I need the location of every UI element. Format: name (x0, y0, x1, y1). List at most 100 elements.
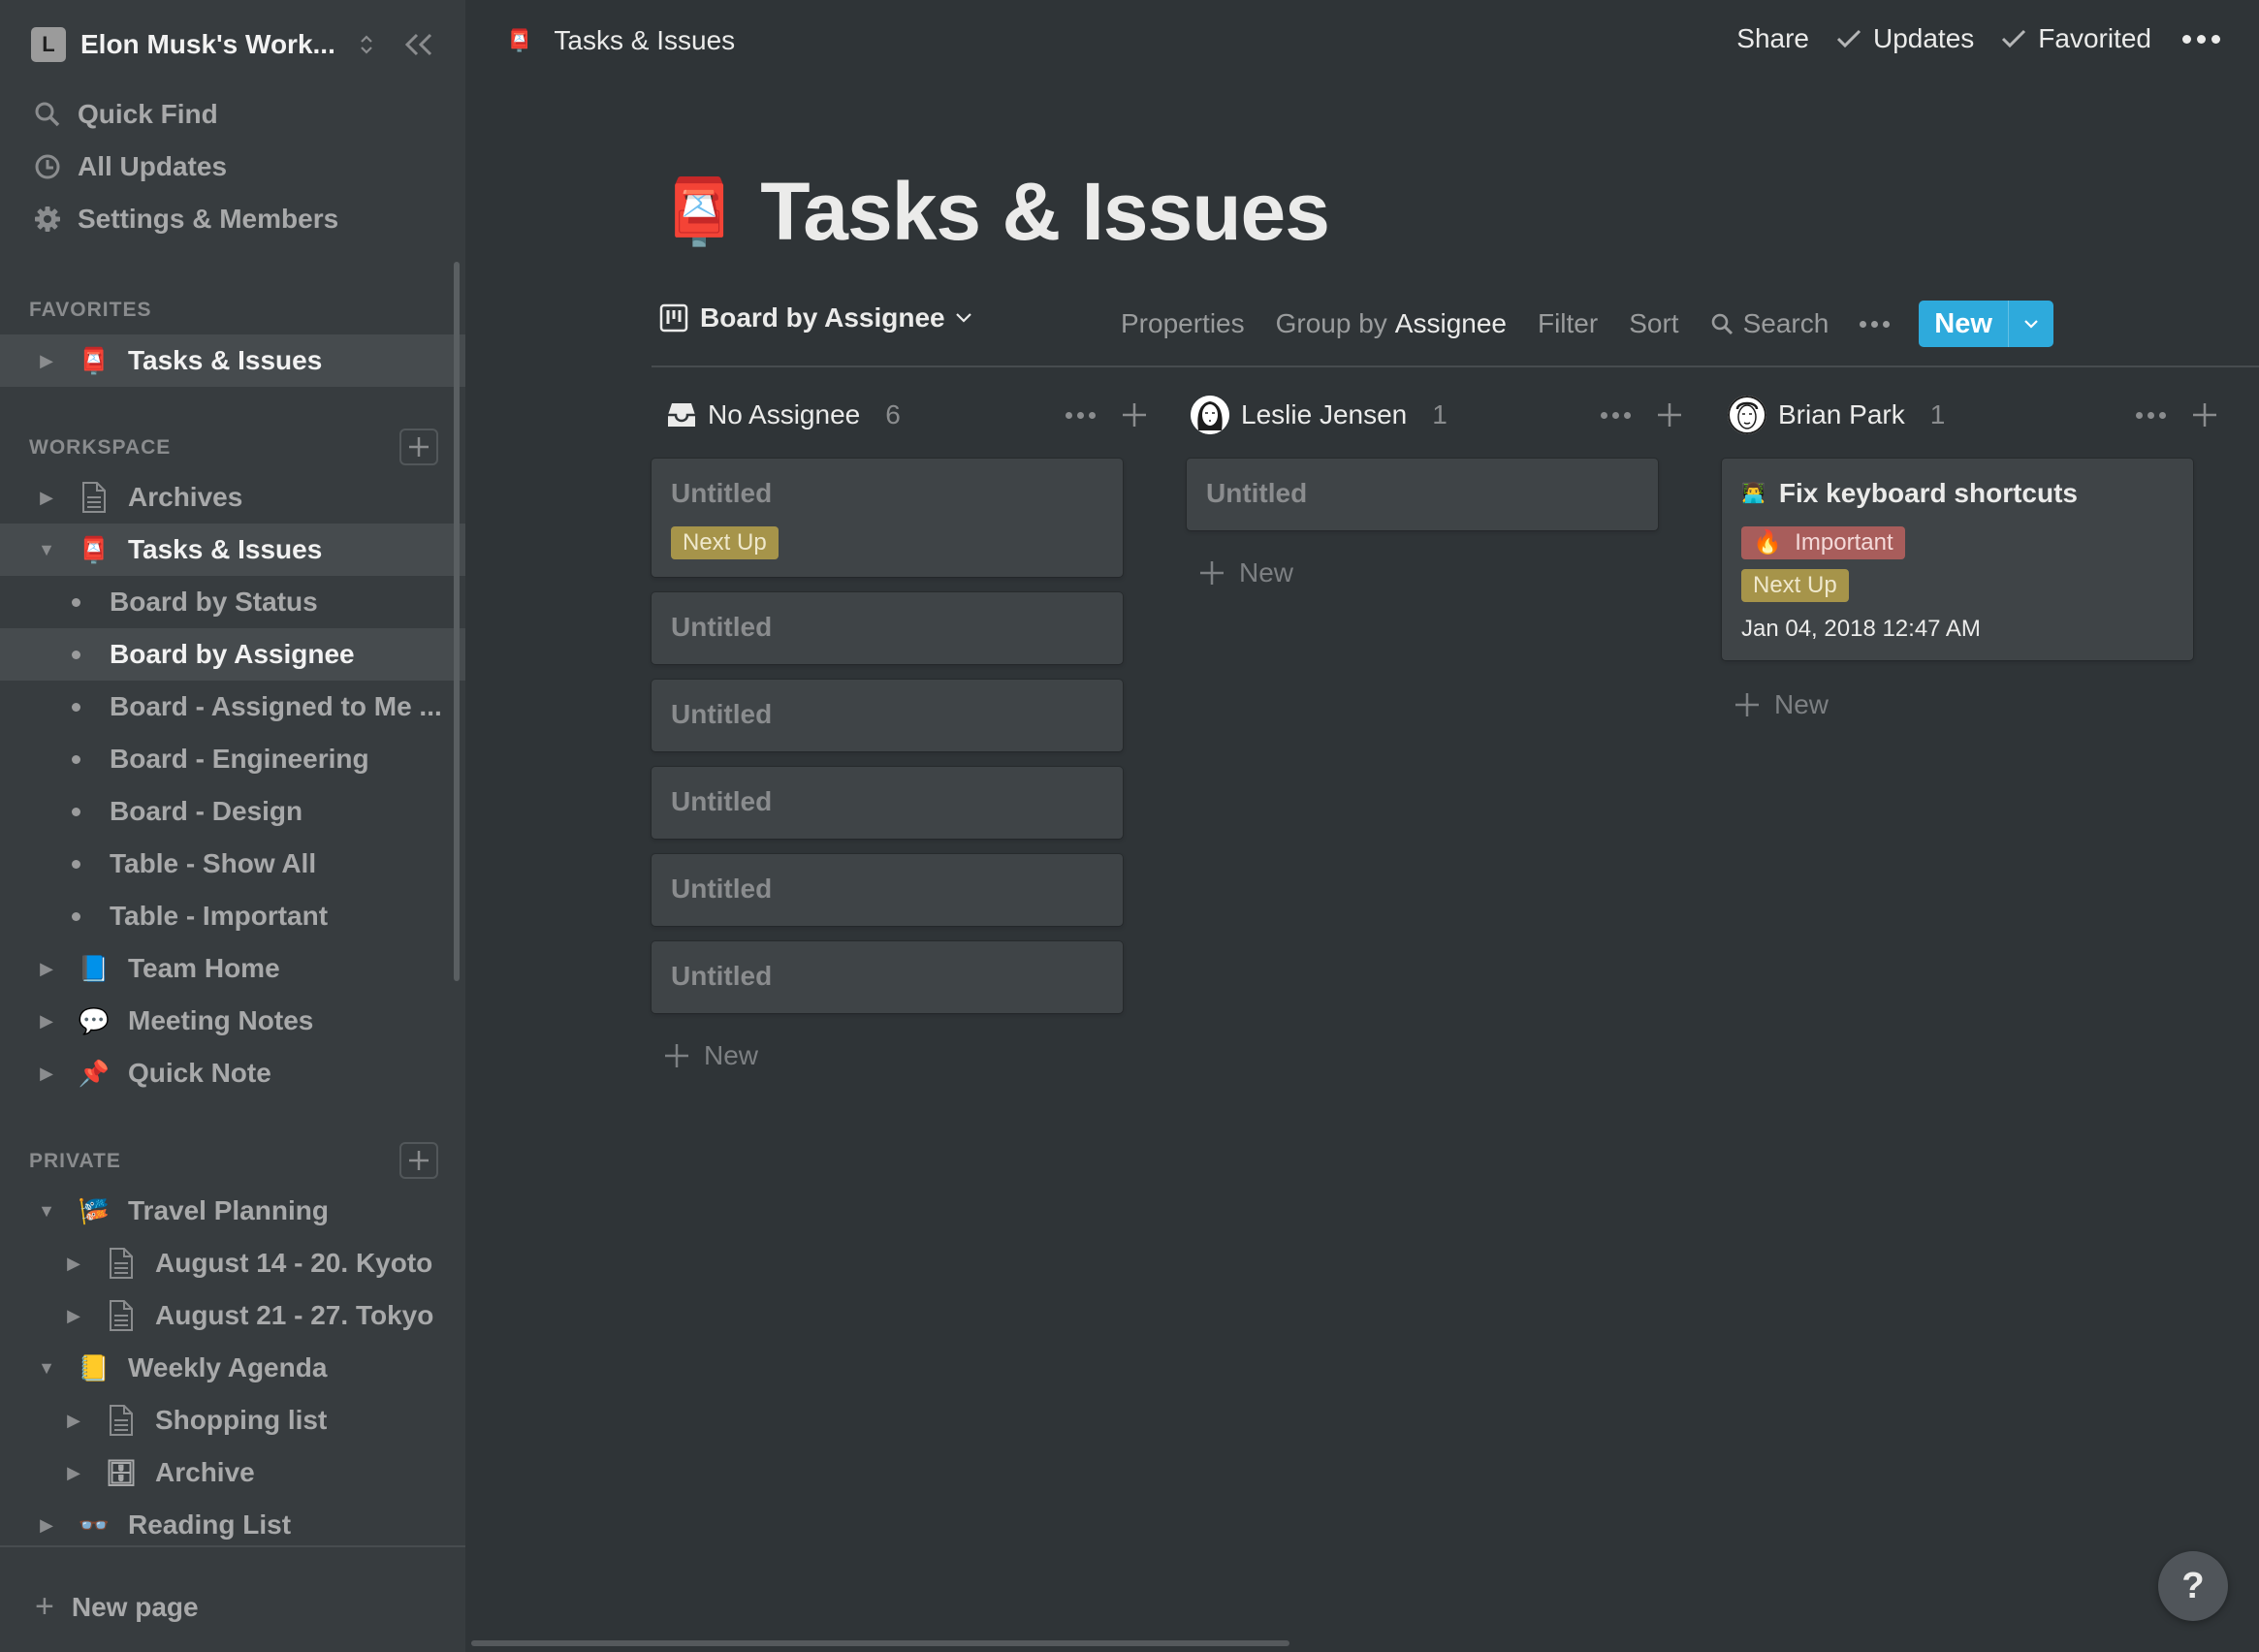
caret-right-icon[interactable]: ▶ (64, 1411, 83, 1430)
breadcrumb[interactable]: 📮 Tasks & Issues (506, 25, 735, 56)
workspace-switcher[interactable]: L Elon Musk's Work... (31, 27, 376, 62)
caret-right-icon[interactable]: ▶ (64, 1463, 83, 1482)
postbox-icon[interactable]: 📮 (659, 175, 739, 250)
sidebar-quick-find[interactable]: Quick Find (31, 93, 218, 136)
caret-right-icon[interactable]: ▶ (37, 1515, 56, 1535)
board-card[interactable]: Untitled (1187, 459, 1658, 530)
more-view-options-icon[interactable] (1860, 320, 1891, 328)
add-private-page-button[interactable] (399, 1142, 438, 1179)
group-by-prefix: Group by (1275, 308, 1387, 338)
add-new-label: New (1774, 689, 1829, 719)
search-button[interactable]: Search (1710, 308, 1829, 339)
sidebar-view-assigned-to-me[interactable]: Board - Assigned to Me ... (0, 681, 465, 733)
page-title: 📮 Tasks & Issues (659, 165, 1330, 259)
add-card-icon[interactable] (1656, 401, 1683, 429)
caret-right-icon[interactable]: ▶ (37, 1064, 56, 1083)
board-card[interactable]: Untitled Next Up (652, 459, 1123, 577)
add-new-card-button[interactable]: New (1734, 689, 2222, 720)
tag-important: 🔥 Important (1741, 526, 1905, 559)
sidebar-all-updates-label: All Updates (78, 151, 228, 181)
column-options-icon[interactable] (1066, 411, 1096, 419)
sidebar-view-design[interactable]: Board - Design (0, 785, 465, 838)
card-title: 👨‍💻 Fix keyboard shortcuts (1741, 474, 2174, 513)
board-view-icon (659, 303, 688, 333)
caret-down-icon[interactable]: ▼ (37, 1201, 56, 1221)
sidebar-item-label: Tasks & Issues (128, 534, 323, 564)
sidebar-view-board-by-status[interactable]: Board by Status (0, 576, 465, 628)
horizontal-scrollbar[interactable] (471, 1640, 1289, 1646)
caret-right-icon[interactable]: ▶ (37, 1011, 56, 1031)
new-page-label: New page (71, 1591, 199, 1622)
updates-button[interactable]: Updates (1836, 23, 1974, 54)
column-options-icon[interactable] (1601, 411, 1631, 419)
column-options-icon[interactable] (2136, 411, 2166, 419)
board-card[interactable]: Untitled (652, 592, 1123, 664)
group-by-button[interactable]: Group by Assignee (1276, 308, 1507, 339)
share-button[interactable]: Share (1736, 23, 1809, 54)
help-button[interactable]: ? (2158, 1551, 2228, 1621)
more-options-icon[interactable] (2182, 34, 2220, 44)
column-count: 6 (885, 399, 901, 429)
sidebar-item-meeting-notes[interactable]: ▶ 💬 Meeting Notes (0, 995, 465, 1047)
group-by-value: Assignee (1394, 308, 1507, 338)
sidebar-item-label: August 14 - 20. Kyoto (155, 1248, 433, 1278)
add-new-card-button[interactable]: New (1198, 557, 1687, 588)
sidebar-item-quick-note[interactable]: ▶ 📌 Quick Note (0, 1047, 465, 1099)
board-card[interactable]: Untitled (652, 767, 1123, 839)
add-new-card-button[interactable]: New (663, 1040, 1152, 1071)
sidebar-item-weekly-agenda[interactable]: ▼ 📒 Weekly Agenda (0, 1342, 465, 1394)
sidebar-item-tokyo[interactable]: ▶ August 21 - 27. Tokyo (0, 1289, 465, 1342)
properties-button[interactable]: Properties (1121, 308, 1245, 339)
view-switcher[interactable]: Board by Assignee (659, 302, 972, 334)
postbox-icon: 📮 (78, 535, 111, 564)
sidebar-item-shopping-list[interactable]: ▶ Shopping list (0, 1394, 465, 1446)
plus-icon (665, 1044, 688, 1067)
new-page-button[interactable]: + New page (35, 1588, 199, 1626)
caret-right-icon[interactable]: ▶ (64, 1306, 83, 1325)
filter-button[interactable]: Filter (1538, 308, 1598, 339)
sidebar-settings-members[interactable]: Settings & Members (31, 198, 338, 240)
technologist-icon: 👨‍💻 (1741, 483, 1766, 504)
sidebar-item-archives[interactable]: ▶ Archives (0, 471, 465, 524)
caret-right-icon[interactable]: ▶ (37, 351, 56, 370)
sidebar: L Elon Musk's Work... Quick Find All Upd… (0, 0, 465, 1652)
sidebar-view-engineering[interactable]: Board - Engineering (0, 733, 465, 785)
file-cabinet-icon: 🗄 (105, 1458, 138, 1487)
sidebar-item-team-home[interactable]: ▶ 📘 Team Home (0, 942, 465, 995)
favorited-button[interactable]: Favorited (2001, 23, 2151, 54)
caret-down-icon[interactable]: ▼ (37, 540, 56, 559)
board-card[interactable]: Untitled (652, 854, 1123, 926)
sidebar-view-label: Table - Show All (110, 848, 317, 878)
sidebar-item-archive[interactable]: ▶ 🗄 Archive (0, 1446, 465, 1499)
tag-label: Important (1795, 529, 1893, 556)
sidebar-view-table-important[interactable]: Table - Important (0, 890, 465, 942)
leslie-avatar (1191, 396, 1229, 434)
sidebar-item-kyoto[interactable]: ▶ August 14 - 20. Kyoto (0, 1237, 465, 1289)
add-card-icon[interactable] (2191, 401, 2218, 429)
sidebar-scrollbar[interactable] (454, 262, 460, 981)
new-dropdown-button[interactable] (2009, 301, 2053, 347)
new-button[interactable]: New (1919, 301, 2009, 347)
sidebar-view-table-show-all[interactable]: Table - Show All (0, 838, 465, 890)
sidebar-item-reading-list[interactable]: ▶ 👓 Reading List (0, 1499, 465, 1551)
page-title-text[interactable]: Tasks & Issues (760, 165, 1330, 259)
sidebar-item-tasks-issues[interactable]: ▼ 📮 Tasks & Issues (0, 524, 465, 576)
add-card-icon[interactable] (1121, 401, 1148, 429)
sidebar-item-favorite-tasks-issues[interactable]: ▶ 📮 Tasks & Issues (0, 334, 465, 387)
caret-right-icon[interactable]: ▶ (37, 959, 56, 978)
collapse-sidebar-icon[interactable] (401, 29, 436, 60)
sort-button[interactable]: Sort (1629, 308, 1678, 339)
board-card[interactable]: 👨‍💻 Fix keyboard shortcuts 🔥 Important N… (1722, 459, 2193, 660)
card-title: Untitled (1206, 478, 1308, 508)
caret-right-icon[interactable]: ▶ (37, 488, 56, 507)
plus-icon: + (35, 1588, 54, 1625)
sidebar-view-board-by-assignee[interactable]: Board by Assignee (0, 628, 465, 681)
board-card[interactable]: Untitled (652, 941, 1123, 1013)
board-card[interactable]: Untitled (652, 680, 1123, 751)
add-workspace-page-button[interactable] (399, 429, 438, 465)
caret-right-icon[interactable]: ▶ (64, 1254, 83, 1273)
caret-down-icon[interactable]: ▼ (37, 1358, 56, 1378)
column-title: No Assignee (708, 399, 861, 429)
sidebar-all-updates[interactable]: All Updates (31, 145, 227, 188)
sidebar-item-travel-planning[interactable]: ▼ 🎏 Travel Planning (0, 1185, 465, 1237)
